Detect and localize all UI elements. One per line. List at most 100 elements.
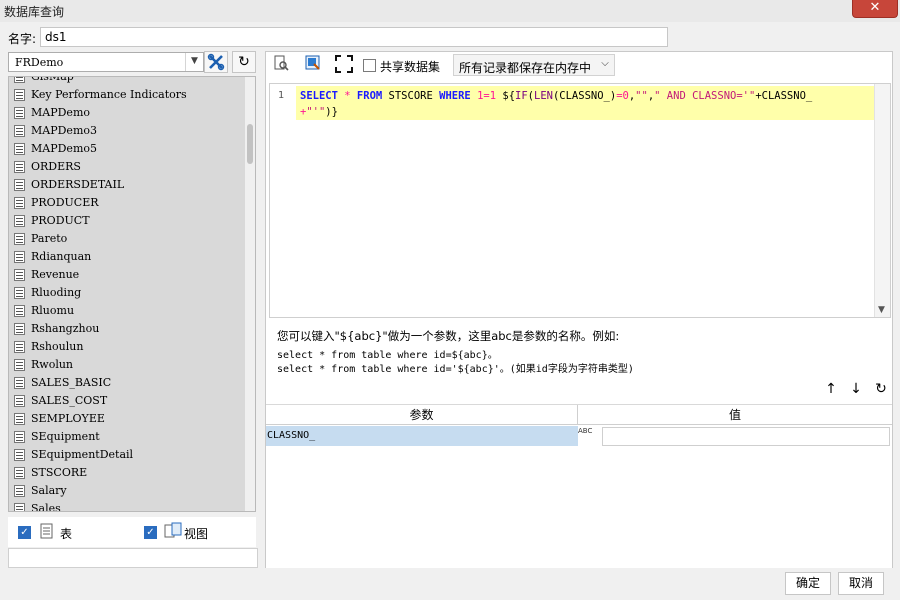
sql-token: "" — [635, 90, 648, 102]
table-name: Rdianquan — [31, 250, 92, 263]
list-item[interactable]: ORDERSDETAIL — [9, 176, 247, 194]
table-name: SEquipmentDetail — [31, 448, 134, 461]
sql-builder-button[interactable] — [302, 55, 324, 77]
line-number: 1 — [278, 90, 285, 101]
share-dataset-checkbox[interactable] — [363, 59, 376, 72]
param-type-icon[interactable]: ABC — [578, 427, 600, 445]
list-item[interactable]: Rshangzhou — [9, 320, 247, 338]
param-header-value: 值 — [578, 405, 892, 425]
move-up-button[interactable]: ↑ — [822, 381, 840, 397]
arrow-up-icon: ↑ — [825, 381, 837, 397]
table-icon — [14, 323, 25, 335]
chevron-down-icon[interactable]: ▼ — [185, 53, 203, 71]
table-icon — [14, 77, 25, 83]
list-item[interactable]: Rdianquan — [9, 248, 247, 266]
table-icon — [14, 179, 25, 191]
sql-token: "'" — [306, 106, 326, 118]
table-name: Rluoding — [31, 286, 82, 299]
table-filter-checkbox[interactable]: ✓ — [18, 526, 31, 539]
datasource-select[interactable]: FRDemo ▼ — [8, 52, 204, 72]
table-name: GisMap — [31, 76, 74, 83]
sql-line-2: +"'")} — [300, 106, 338, 118]
memory-mode-value: 所有记录都保存在内存中 — [459, 61, 592, 75]
param-name-cell[interactable]: CLASSNO_ — [266, 426, 578, 446]
table-icon — [14, 377, 25, 389]
scrollbar-thumb[interactable] — [247, 124, 253, 164]
preview-button[interactable] — [270, 55, 292, 77]
editor-scrollbar[interactable]: ▼ — [874, 84, 890, 317]
list-item[interactable]: Salary — [9, 482, 247, 500]
list-item[interactable]: SALES_BASIC — [9, 374, 247, 392]
sql-token: IF — [515, 90, 528, 102]
table-row: CLASSNO_ ABC — [266, 426, 892, 446]
list-item[interactable]: SEMPLOYEE — [9, 410, 247, 428]
sql-token: " AND CLASSNO='" — [654, 90, 756, 102]
sql-token: (CLASSNO_) — [552, 90, 617, 102]
hint-line-2: select * from table where id=${abc}。 — [277, 350, 498, 361]
table-icon — [14, 161, 25, 173]
table-icon — [14, 125, 25, 137]
move-down-button[interactable]: ↓ — [847, 381, 865, 397]
fullscreen-button[interactable] — [333, 55, 355, 77]
list-item[interactable]: PRODUCT — [9, 212, 247, 230]
list-item[interactable]: SALES_COST — [9, 392, 247, 410]
list-item[interactable]: SEquipmentDetail — [9, 446, 247, 464]
connection-config-button[interactable] — [204, 51, 228, 73]
memory-mode-select[interactable]: 所有记录都保存在内存中 ⌵ — [453, 54, 615, 76]
list-item[interactable]: Rshoulun — [9, 338, 247, 356]
list-item[interactable]: MAPDemo — [9, 104, 247, 122]
param-header-name: 参数 — [266, 405, 578, 425]
param-value-input[interactable] — [602, 427, 890, 446]
list-item[interactable]: Rwolun — [9, 356, 247, 374]
sql-editor[interactable]: 1 SELECT * FROM STSCORE WHERE 1=1 ${IF(L… — [269, 83, 891, 318]
param-type-label: ABC — [578, 427, 593, 435]
ok-button[interactable]: 确定 — [785, 572, 831, 595]
list-item[interactable]: Pareto — [9, 230, 247, 248]
list-item[interactable]: SEquipment — [9, 428, 247, 446]
table-name: PRODUCER — [31, 196, 99, 209]
list-item[interactable]: Rluoding — [9, 284, 247, 302]
close-button[interactable]: ✕ — [852, 0, 898, 18]
arrow-down-icon: ↓ — [850, 381, 862, 397]
sql-token: STSCORE — [382, 90, 440, 102]
hint-line-3: select * from table where id='${abc}'。(如… — [277, 364, 634, 375]
table-icon — [40, 523, 53, 539]
refresh-button[interactable]: ↻ — [232, 51, 256, 73]
refresh-icon: ↻ — [875, 381, 887, 397]
table-name: MAPDemo3 — [31, 124, 97, 137]
list-item[interactable]: STSCORE — [9, 464, 247, 482]
table-name: Rshoulun — [31, 340, 84, 353]
table-name: STSCORE — [31, 466, 88, 479]
list-item[interactable]: MAPDemo3 — [9, 122, 247, 140]
chevron-down-icon[interactable]: ⌵ — [598, 58, 612, 69]
list-item[interactable]: ORDERS — [9, 158, 247, 176]
list-item[interactable]: Key Performance Indicators — [9, 86, 247, 104]
view-filter-label: 视图 — [184, 527, 209, 541]
table-list-scrollbar[interactable] — [245, 77, 255, 511]
table-list[interactable]: GisMap Key Performance Indicators MAPDemo M… — [8, 76, 256, 512]
table-name: Rluomu — [31, 304, 75, 317]
table-name: Pareto — [31, 232, 68, 245]
refresh-params-button[interactable]: ↻ — [872, 381, 890, 397]
table-icon — [14, 467, 25, 479]
list-item[interactable]: GisMap — [9, 76, 247, 86]
table-icon — [14, 485, 25, 497]
cancel-button[interactable]: 取消 — [838, 572, 884, 595]
table-name: MAPDemo — [31, 106, 90, 119]
table-filter-label: 表 — [60, 527, 73, 541]
table-icon — [14, 413, 25, 425]
table-name: Salary — [31, 484, 67, 497]
sql-token: WHERE — [439, 90, 471, 102]
table-name: PRODUCT — [31, 214, 90, 227]
list-item[interactable]: Revenue — [9, 266, 247, 284]
table-search-input[interactable] — [8, 548, 258, 568]
list-item[interactable]: Rluomu — [9, 302, 247, 320]
list-item[interactable]: Sales — [9, 500, 247, 511]
name-input[interactable]: ds1 — [40, 27, 668, 47]
view-filter-checkbox[interactable]: ✓ — [144, 526, 157, 539]
scroll-down-icon[interactable]: ▼ — [878, 305, 885, 315]
sql-token: LEN — [534, 90, 553, 102]
list-item[interactable]: MAPDemo5 — [9, 140, 247, 158]
table-icon — [14, 341, 25, 353]
list-item[interactable]: PRODUCER — [9, 194, 247, 212]
